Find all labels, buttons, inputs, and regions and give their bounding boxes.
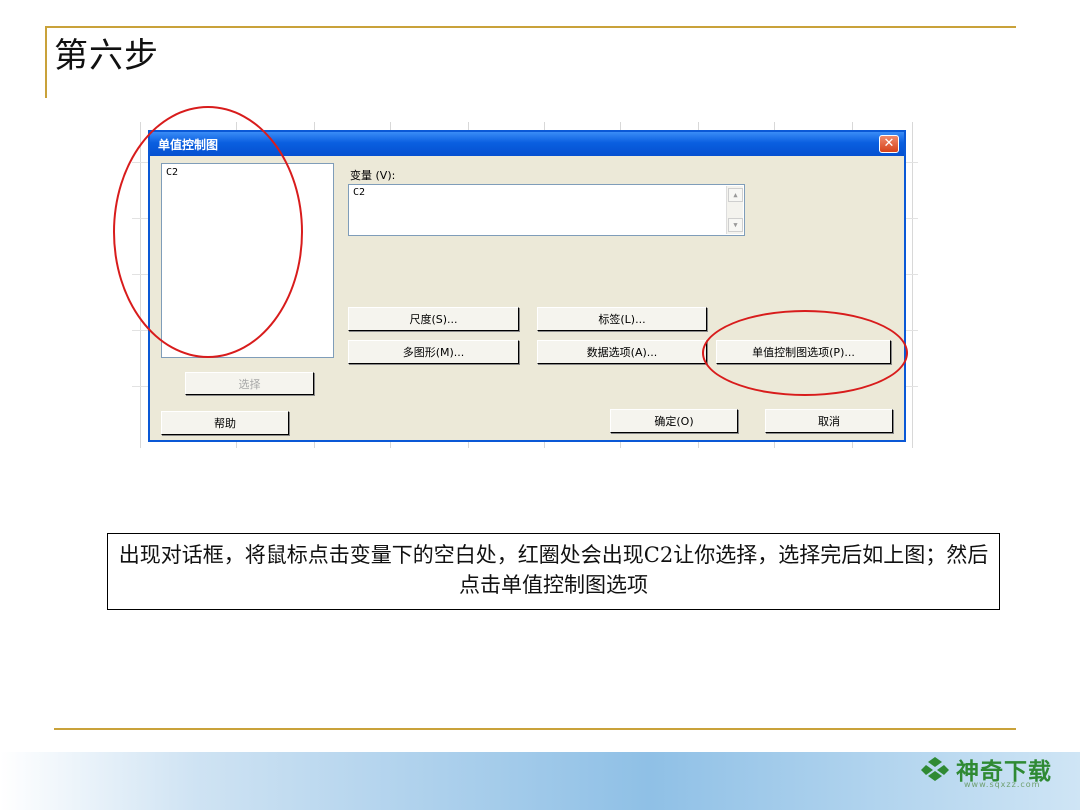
select-button[interactable]: 选择 — [185, 372, 314, 395]
footer-band — [0, 752, 1080, 810]
variable-input[interactable]: C2 ▲ ▼ — [348, 184, 745, 236]
instruction-caption: 出现对话框，将鼠标点击变量下的空白处，红圈处会出现C2让你选择，选择完后如上图；… — [107, 533, 1000, 610]
help-button[interactable]: 帮助 — [161, 411, 289, 435]
labels-button[interactable]: 标签(L)... — [537, 307, 707, 331]
multigraph-button[interactable]: 多图形(M)... — [348, 340, 519, 364]
ok-button[interactable]: 确定(O) — [610, 409, 738, 433]
brand-mark-icon — [921, 757, 949, 781]
cancel-button[interactable]: 取消 — [765, 409, 893, 433]
imr-options-highlight — [702, 310, 908, 396]
variable-input-value: C2 — [353, 187, 366, 198]
title-rule — [46, 26, 1016, 28]
data-options-button[interactable]: 数据选项(A)... — [537, 340, 707, 364]
variable-label: 变量 (V): — [350, 169, 396, 182]
variable-list-highlight — [113, 106, 303, 358]
footer-rule — [54, 728, 1016, 730]
scale-button[interactable]: 尺度(S)... — [348, 307, 519, 331]
scroll-up-icon[interactable]: ▲ — [728, 188, 743, 202]
title-side-rule — [45, 26, 47, 98]
slide-title: 第六步 — [54, 36, 159, 76]
scroll-down-icon[interactable]: ▼ — [728, 218, 743, 232]
variable-input-scrollbar[interactable]: ▲ ▼ — [726, 186, 743, 234]
brand-url: www.sqxzz.com — [964, 780, 1041, 789]
close-button[interactable]: ✕ — [879, 135, 899, 153]
